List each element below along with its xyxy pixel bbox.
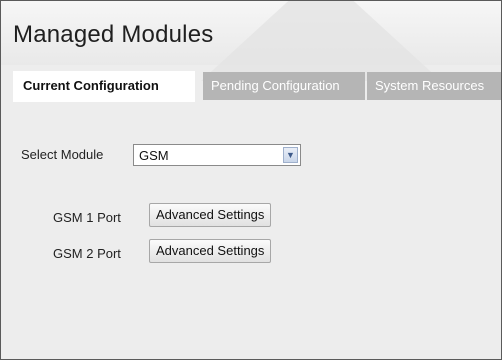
header-decoration bbox=[201, 1, 441, 81]
tab-bar: Current Configuration Pending Configurat… bbox=[13, 71, 501, 102]
chevron-down-icon[interactable]: ▼ bbox=[283, 147, 298, 163]
module-select-value: GSM bbox=[139, 148, 169, 163]
window-frame: Managed Modules Current Configuration Pe… bbox=[0, 0, 502, 360]
module-select[interactable]: GSM ▼ bbox=[133, 144, 301, 166]
tab-current-configuration[interactable]: Current Configuration bbox=[13, 71, 195, 102]
select-module-label: Select Module bbox=[21, 147, 104, 162]
tab-pending-configuration[interactable]: Pending Configuration bbox=[203, 72, 365, 100]
gsm2-port-label: GSM 2 Port bbox=[53, 246, 121, 261]
gsm1-port-label: GSM 1 Port bbox=[53, 210, 121, 225]
header: Managed Modules bbox=[1, 1, 501, 81]
page-title: Managed Modules bbox=[13, 21, 214, 48]
tab-system-resources[interactable]: System Resources bbox=[367, 72, 501, 100]
gsm2-advanced-settings-button[interactable]: Advanced Settings bbox=[149, 239, 272, 263]
content-panel: Select Module GSM ▼ GSM 1 Port Advanced … bbox=[13, 118, 501, 359]
gsm1-advanced-settings-button[interactable]: Advanced Settings bbox=[149, 203, 272, 227]
